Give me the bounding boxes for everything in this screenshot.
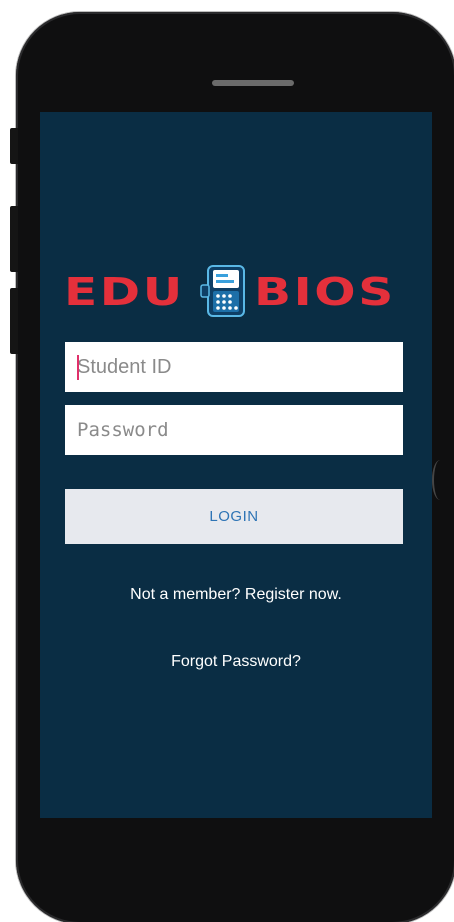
frame-edge-highlight <box>432 460 448 500</box>
logo-text-right: BIOS <box>254 270 396 314</box>
password-input[interactable] <box>65 405 403 455</box>
app-logo: EDU BIOS <box>64 262 404 322</box>
login-button[interactable]: LOGIN <box>65 489 403 544</box>
device-mockup: EDU BIOS Student ID LOGIN Not a member? … <box>0 0 454 922</box>
logo-text-left: EDU <box>64 270 185 314</box>
volume-down-button <box>10 288 18 354</box>
forgot-password-link[interactable]: Forgot Password? <box>40 653 432 671</box>
biometric-device-icon <box>200 265 245 317</box>
volume-up-button <box>10 206 18 272</box>
speaker-grille <box>212 80 294 86</box>
register-link[interactable]: Not a member? Register now. <box>40 586 432 604</box>
app-screen: EDU BIOS Student ID LOGIN Not a member? … <box>40 112 432 818</box>
text-cursor <box>77 355 79 380</box>
mute-switch <box>10 128 18 164</box>
student-id-input[interactable] <box>65 342 403 392</box>
